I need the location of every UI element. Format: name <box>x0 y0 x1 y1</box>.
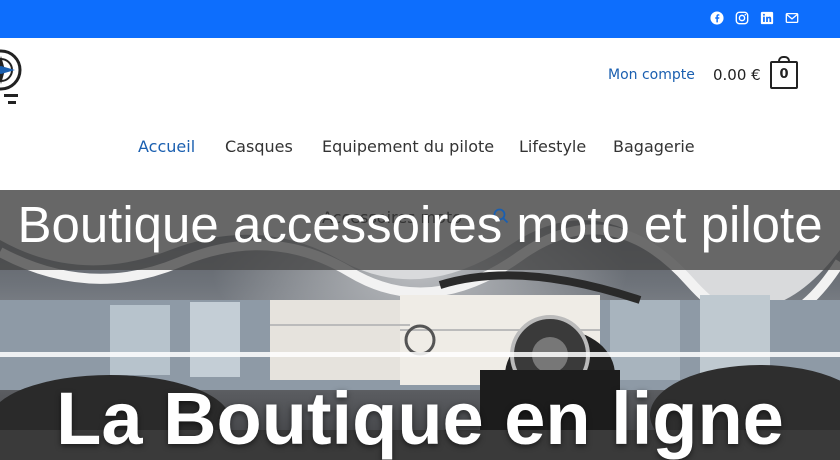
facebook-icon[interactable] <box>710 11 724 25</box>
main-nav: Accueil Casques Equipement du pilote Lif… <box>0 137 840 157</box>
nav-item-casques[interactable]: Casques <box>225 137 293 156</box>
nav-item-lifestyle[interactable]: Lifestyle <box>519 137 586 156</box>
account-link[interactable]: Mon compte <box>608 67 695 83</box>
nav-item-equipement-du-pilote[interactable]: Equipement du pilote <box>322 137 494 156</box>
nav-item-accueil[interactable]: Accueil <box>138 137 195 156</box>
cart-icon[interactable]: 0 <box>770 56 798 89</box>
hero-title: Boutique accessoires moto et pilote <box>17 196 823 253</box>
social-links <box>710 11 799 25</box>
instagram-icon[interactable] <box>735 11 749 25</box>
mail-icon[interactable] <box>785 11 799 25</box>
nav-item-bagagerie[interactable]: Bagagerie <box>613 137 695 156</box>
cart-count-badge: 0 <box>779 67 789 82</box>
hero-divider <box>0 352 840 357</box>
cart-total[interactable]: 0.00 € <box>713 66 761 84</box>
hero-subtitle: La Boutique en ligne <box>56 377 784 460</box>
top-bar <box>0 0 840 38</box>
site-header <box>0 38 840 190</box>
linkedin-icon[interactable] <box>760 11 774 25</box>
site-logo[interactable] <box>0 44 22 106</box>
